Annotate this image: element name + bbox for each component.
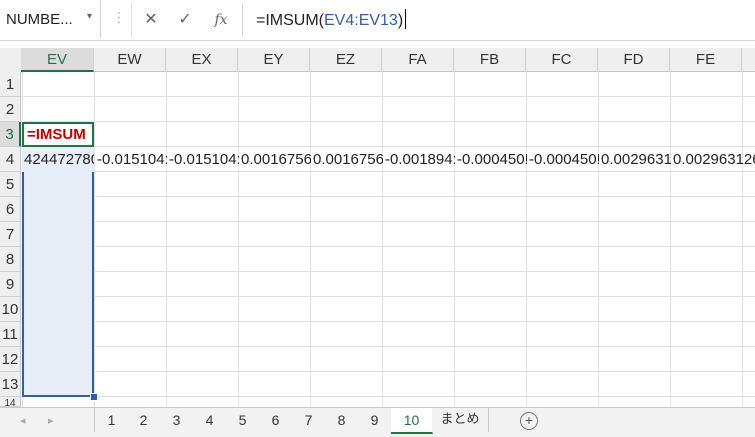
row-header-10[interactable]: 10 <box>0 297 21 322</box>
cell-ex4[interactable]: -0.015104: <box>167 147 239 172</box>
sheet-tab-6[interactable]: 6 <box>259 408 293 432</box>
cell-fc4[interactable]: -0.000450! <box>527 147 599 172</box>
formula-bar-area: NUMBE... ▾ ⋮ ✕ ✓ fx =IMSUM(EV4:EV13) <box>0 0 755 41</box>
fill-handle[interactable] <box>90 393 98 401</box>
column-header-ex[interactable]: EX <box>166 48 238 72</box>
add-sheet-icon[interactable]: + <box>520 412 538 430</box>
row-header-11[interactable]: 11 <box>0 322 21 347</box>
sheet-tab-7[interactable]: 7 <box>292 408 326 432</box>
cell-ew4[interactable]: -0.015104: <box>95 147 167 172</box>
sheet-tab-5[interactable]: 5 <box>226 408 260 432</box>
column-header-fb[interactable]: FB <box>454 48 526 72</box>
row-header-4[interactable]: 4 <box>0 147 21 172</box>
sheet-tab-3[interactable]: 3 <box>160 408 194 432</box>
formula-text: =IMSUM(EV4:EV13) <box>256 9 407 30</box>
cell-fe4[interactable]: 0.002963126 <box>671 147 755 172</box>
sheet-tab-10[interactable]: 10 <box>391 408 433 434</box>
column-header-ez[interactable]: EZ <box>310 48 382 72</box>
formula-input[interactable]: =IMSUM(EV4:EV13) <box>244 0 754 38</box>
column-header-fa[interactable]: FA <box>382 48 454 72</box>
next-sheet-icon[interactable]: ▸ <box>48 414 54 427</box>
row-header-3[interactable]: 3 <box>0 122 21 147</box>
row-header-13[interactable]: 13 <box>0 372 21 397</box>
prev-sheet-icon[interactable]: ◂ <box>20 414 26 427</box>
cancel-icon[interactable]: ✕ <box>140 9 162 31</box>
name-box-value: NUMBE... <box>6 11 73 28</box>
sheet-tab-9[interactable]: 9 <box>358 408 392 432</box>
active-cell-ev3[interactable]: =IMSUM <box>22 122 94 147</box>
cell-grid[interactable] <box>21 72 755 407</box>
splitter-dots-icon[interactable]: ⋮ <box>112 9 126 26</box>
formula-reference: EV4:EV13 <box>324 12 398 29</box>
row-header-9[interactable]: 9 <box>0 272 21 297</box>
active-cell-text: =IMSUM <box>27 126 86 143</box>
row-header-1[interactable]: 1 <box>0 72 21 97</box>
column-header-fd[interactable]: FD <box>598 48 670 72</box>
row-header-6[interactable]: 6 <box>0 197 21 222</box>
column-header-fe[interactable]: FE <box>670 48 742 72</box>
column-header-ey[interactable]: EY <box>238 48 310 72</box>
cell-ev4[interactable]: 424472780 <box>22 147 94 172</box>
cell-fd4[interactable]: 0.0029631 <box>599 147 671 172</box>
column-header-partial[interactable] <box>742 48 755 72</box>
column-header-fc[interactable]: FC <box>526 48 598 72</box>
column-header-ev[interactable]: EV <box>21 48 94 72</box>
row-header-7[interactable]: 7 <box>0 222 21 247</box>
formula-buttons: ✕ ✓ fx <box>131 3 243 37</box>
cell-fb4[interactable]: -0.000450! <box>455 147 527 172</box>
sheet-tab-8[interactable]: 8 <box>325 408 359 432</box>
select-all-corner[interactable] <box>0 48 22 73</box>
row-header-14[interactable]: 14 <box>0 397 21 407</box>
text-caret <box>405 9 407 29</box>
insert-function-icon[interactable]: fx <box>210 9 232 31</box>
cell-ey4[interactable]: 0.0016756 <box>239 147 311 172</box>
chevron-down-icon[interactable]: ▾ <box>87 11 92 22</box>
row-header-5[interactable]: 5 <box>0 172 21 197</box>
sheet-tab-summary[interactable]: まとめ <box>432 408 489 432</box>
cell-fa4[interactable]: -0.001894: <box>383 147 455 172</box>
row-header-2[interactable]: 2 <box>0 97 21 122</box>
sheet-tab-1[interactable]: 1 <box>94 408 129 432</box>
name-box[interactable]: NUMBE... ▾ <box>0 0 101 38</box>
sheet-tab-4[interactable]: 4 <box>193 408 227 432</box>
cell-ez4[interactable]: 0.0016756 <box>311 147 383 172</box>
enter-check-icon[interactable]: ✓ <box>174 9 196 31</box>
sheet-tab-bar: ◂ ▸ 1 2 3 4 5 6 7 8 9 10 まとめ + <box>0 407 755 437</box>
row-header-8[interactable]: 8 <box>0 247 21 272</box>
row-header-12[interactable]: 12 <box>0 347 21 372</box>
sheet-tab-2[interactable]: 2 <box>127 408 161 432</box>
column-header-ew[interactable]: EW <box>94 48 166 72</box>
